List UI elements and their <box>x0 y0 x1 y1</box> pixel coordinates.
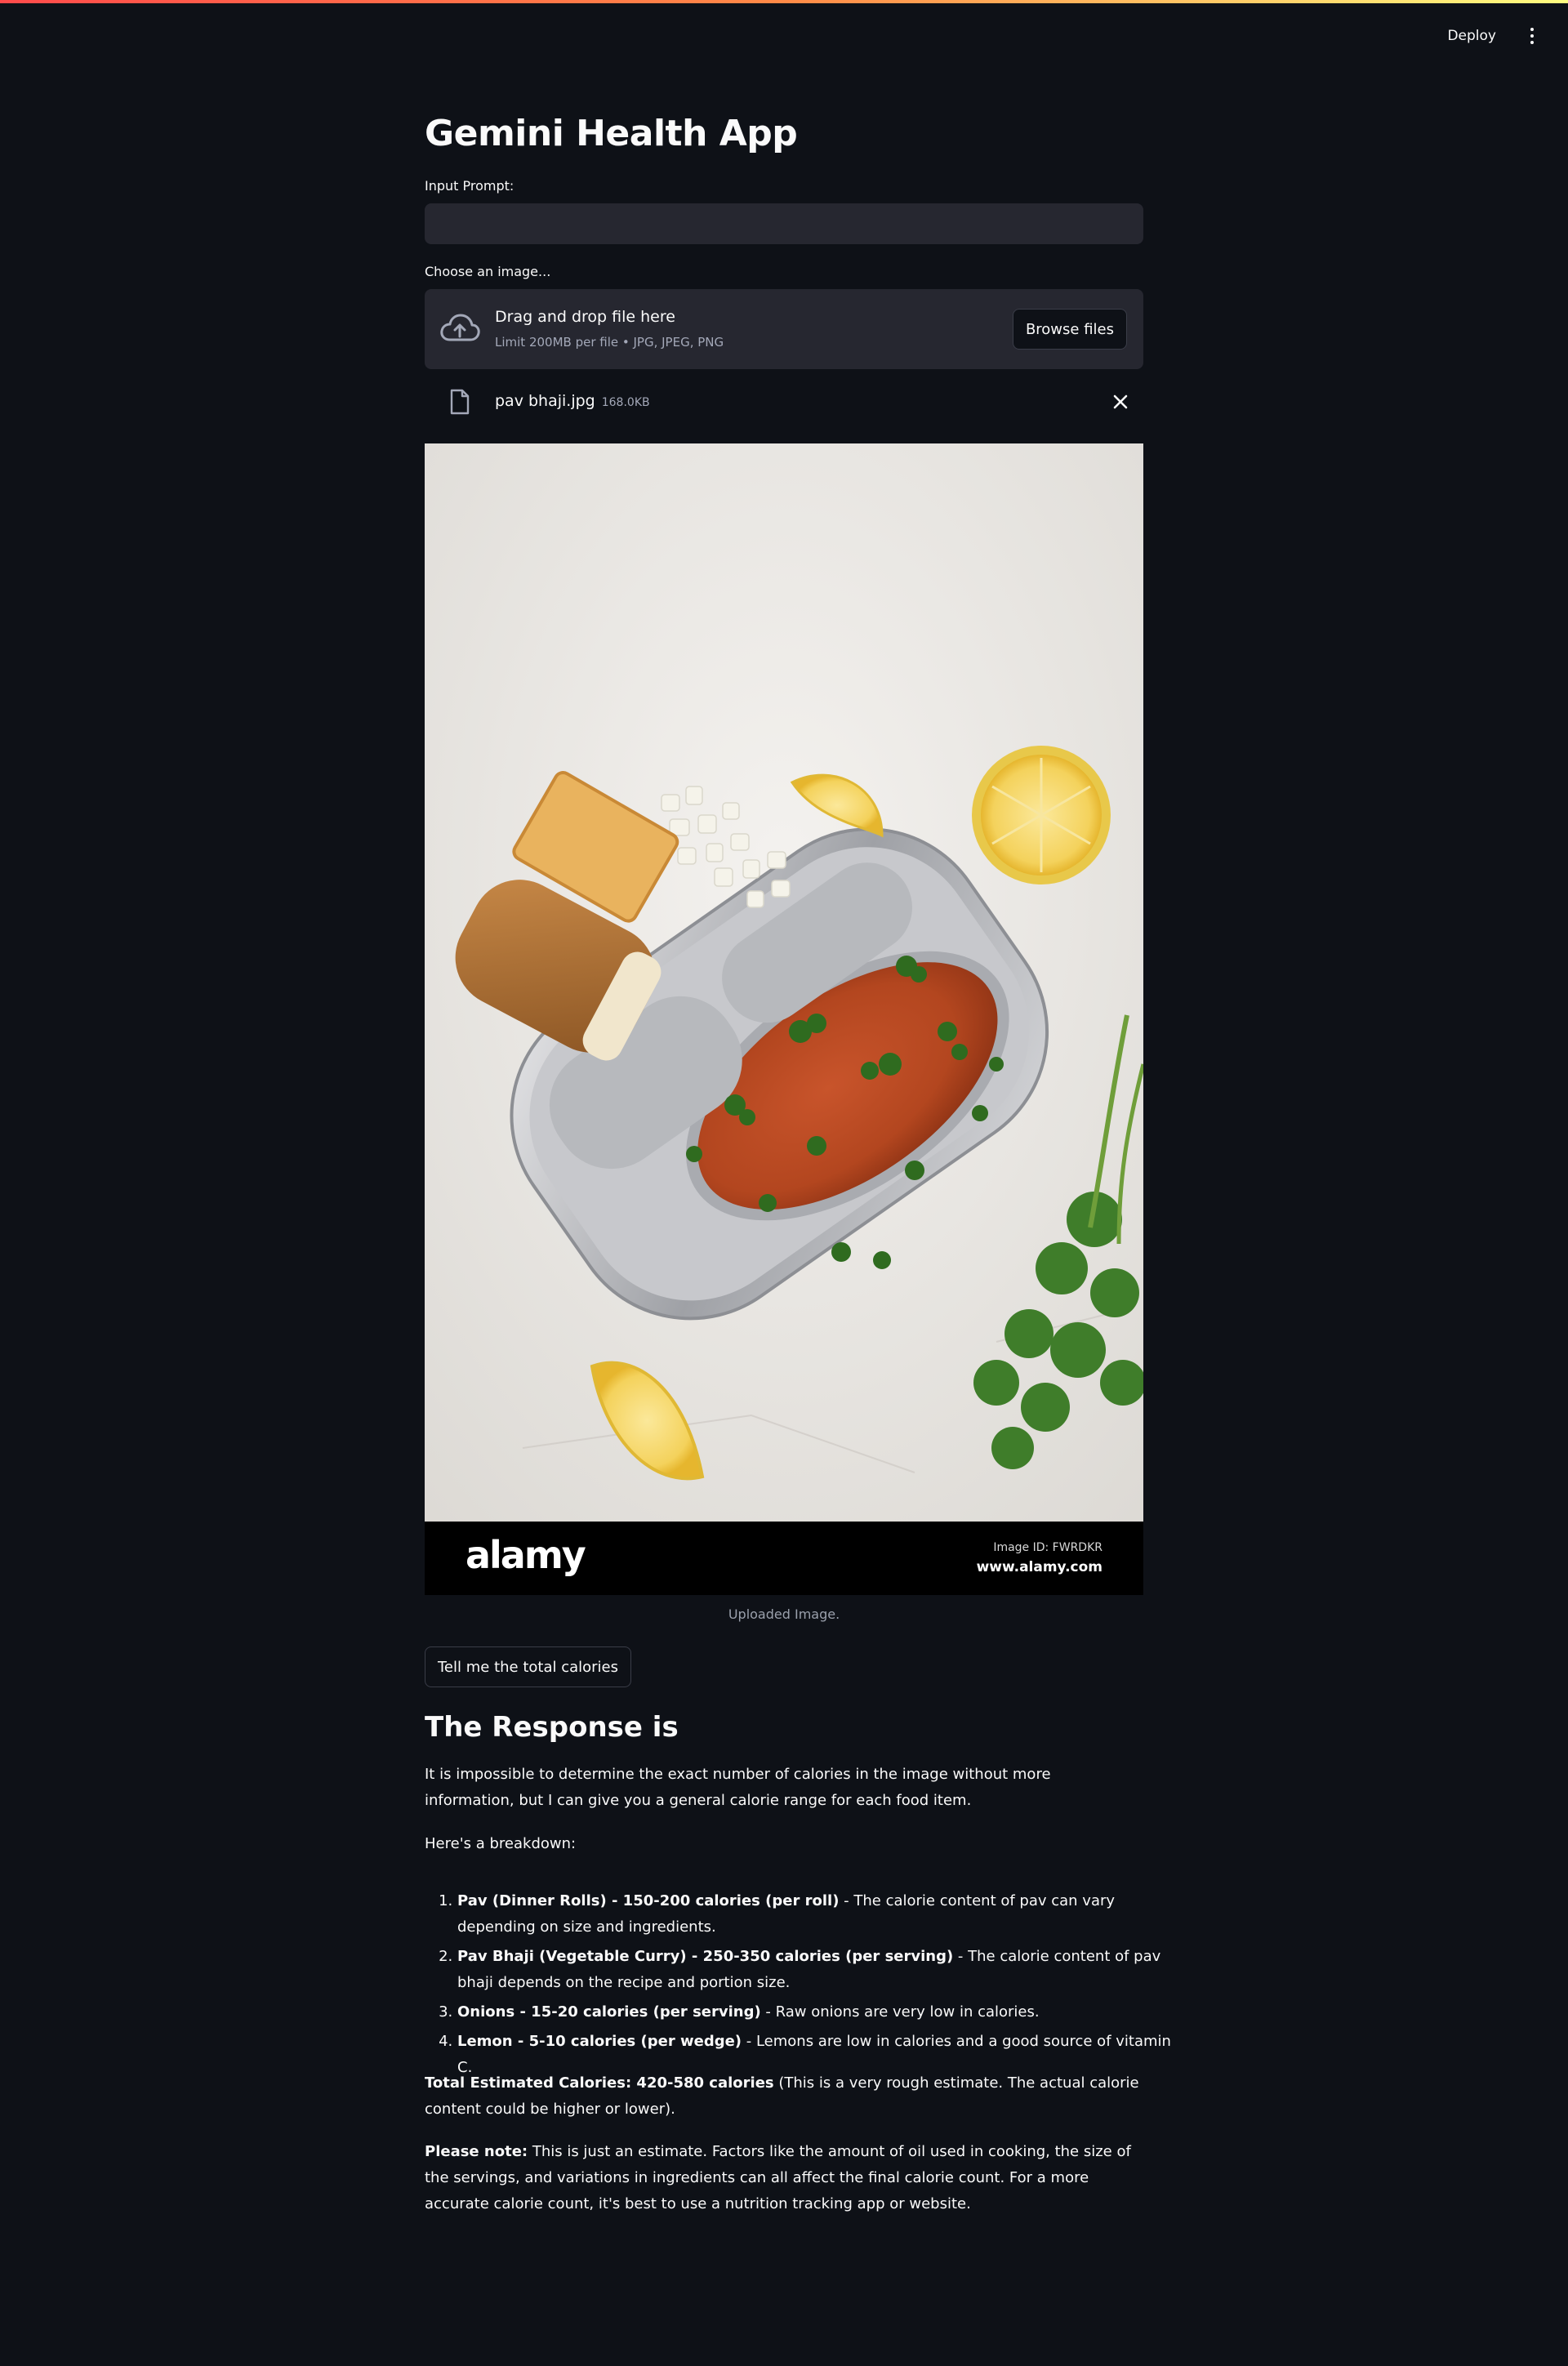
list-item-bold: Onions - 15-20 calories (per serving) <box>457 2003 761 2021</box>
file-name-text: pav bhaji.jpg <box>495 392 595 410</box>
toolbar: Deploy <box>1437 21 1544 51</box>
response-title: The Response is <box>425 1711 679 1744</box>
kebab-menu-icon[interactable] <box>1521 21 1544 51</box>
file-name: pav bhaji.jpg 168.0KB <box>495 392 650 410</box>
prompt-label: Input Prompt: <box>425 178 514 194</box>
alamy-site-text: www.alamy.com <box>976 1559 1102 1575</box>
response-note: Please note: This is just an estimate. F… <box>425 2139 1143 2217</box>
prompt-input[interactable] <box>425 203 1143 244</box>
list-item-bold: Lemon - 5-10 calories (per wedge) <box>457 2033 742 2050</box>
list-item: Onions - 15-20 calories (per serving) - … <box>457 1999 1176 2025</box>
top-decoration-bar <box>0 0 1568 3</box>
cloud-upload-icon <box>440 314 480 341</box>
list-item-bold: Pav (Dinner Rolls) - 150-200 calories (p… <box>457 1892 840 1909</box>
list-item: Pav Bhaji (Vegetable Curry) - 250-350 ca… <box>457 1944 1176 1996</box>
list-item: Pav (Dinner Rolls) - 150-200 calories (p… <box>457 1888 1176 1940</box>
note-text: This is just an estimate. Factors like t… <box>425 2143 1131 2212</box>
response-list: Pav (Dinner Rolls) - 150-200 calories (p… <box>425 1888 1176 2084</box>
list-item-bold: Pav Bhaji (Vegetable Curry) - 250-350 ca… <box>457 1948 954 1965</box>
page-title: Gemini Health App <box>425 113 798 154</box>
uploader-label: Choose an image... <box>425 264 551 279</box>
list-item-text: - Raw onions are very low in calories. <box>760 2003 1040 2021</box>
alamy-logo: alamy <box>466 1533 586 1577</box>
file-dropzone[interactable]: Drag and drop file here Limit 200MB per … <box>425 289 1143 369</box>
dropzone-subtitle: Limit 200MB per file • JPG, JPEG, PNG <box>495 335 724 350</box>
dropzone-title: Drag and drop file here <box>495 308 675 326</box>
file-size: 168.0KB <box>601 396 650 409</box>
file-icon <box>450 389 470 415</box>
uploaded-image: alamy Image ID: FWRDKR www.alamy.com <box>425 443 1143 1595</box>
image-id-text: Image ID: FWRDKR <box>993 1541 1102 1554</box>
total-bold: Total Estimated Calories: 420-580 calori… <box>425 2074 774 2092</box>
uploaded-file-row: pav bhaji.jpg 168.0KB <box>425 384 1143 420</box>
response-total: Total Estimated Calories: 420-580 calori… <box>425 2070 1143 2123</box>
food-photo <box>425 443 1143 1595</box>
total-calories-button[interactable]: Tell me the total calories <box>425 1646 632 1687</box>
close-icon[interactable] <box>1109 390 1132 413</box>
browse-files-button[interactable]: Browse files <box>1012 309 1127 350</box>
response-intro: It is impossible to determine the exact … <box>425 1766 1051 1809</box>
note-bold: Please note: <box>425 2143 528 2160</box>
deploy-button[interactable]: Deploy <box>1437 21 1506 51</box>
image-caption: Uploaded Image. <box>728 1606 840 1622</box>
response-breakdown-label: Here's a breakdown: <box>425 1835 577 1852</box>
